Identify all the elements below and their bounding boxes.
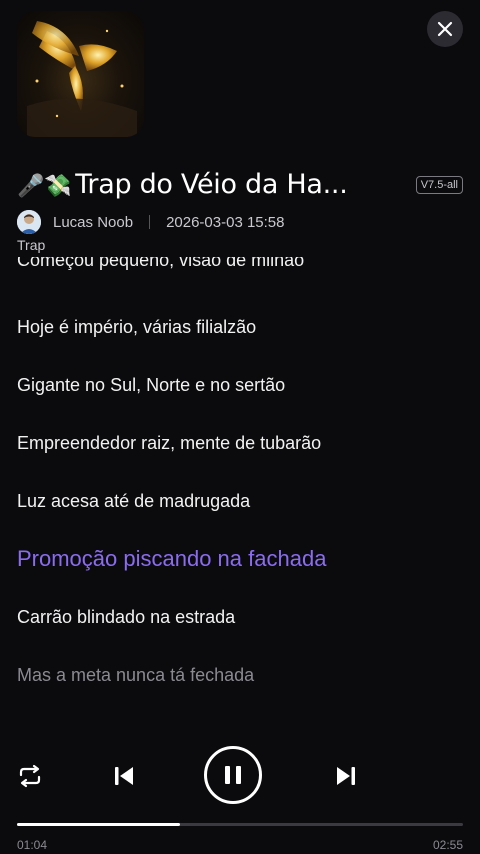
close-icon	[437, 21, 453, 37]
title-emoji: 🎤💸	[17, 174, 72, 199]
next-button[interactable]	[330, 758, 362, 794]
repeat-icon	[19, 764, 41, 788]
total-duration: 02:55	[432, 838, 463, 852]
lyric-line[interactable]: Gigante no Sul, Norte e no sertão	[17, 375, 285, 396]
lyric-line[interactable]: Mas a meta nunca tá fechada	[17, 665, 254, 686]
created-date: 2026-03-03 15:58	[166, 213, 285, 231]
repeat-button[interactable]	[14, 760, 46, 792]
lyric-line-active[interactable]: Promoção piscando na fachada	[17, 546, 326, 572]
album-cover	[17, 11, 144, 137]
genre-tag: Trap	[17, 237, 46, 253]
lyric-line[interactable]: Luz acesa até de madrugada	[17, 491, 250, 512]
meta-row: Lucas Noob 2026-03-03 15:58	[17, 208, 285, 236]
progress-bar[interactable]	[17, 823, 463, 826]
lyrics-panel[interactable]: Começou pequeno, visão de milhão Hoje é …	[0, 257, 480, 697]
author-name[interactable]: Lucas Noob	[53, 214, 133, 231]
song-title-text: Trap do Véio da Ha...	[75, 169, 348, 200]
avatar[interactable]	[17, 210, 41, 234]
pause-button[interactable]	[204, 746, 262, 804]
lyric-line[interactable]: Empreendedor raiz, mente de tubarão	[17, 433, 321, 454]
version-badge: V7.5-all	[415, 176, 463, 194]
skip-previous-icon	[115, 767, 133, 785]
lyric-line[interactable]: Começou pequeno, visão de milhão	[17, 257, 304, 271]
progress-fill	[17, 823, 180, 826]
meta-divider	[149, 215, 151, 229]
pause-icon	[225, 766, 241, 784]
lyric-line[interactable]: Carrão blindado na estrada	[17, 607, 235, 628]
previous-button[interactable]	[108, 758, 140, 794]
golden-winged-figure-art	[27, 21, 137, 137]
skip-next-icon	[337, 767, 355, 785]
avatar-icon	[17, 210, 41, 234]
title-row: 🎤💸 Trap do Véio da Ha... V7.5-all	[17, 166, 463, 206]
close-button[interactable]	[427, 11, 463, 47]
song-title: 🎤💸 Trap do Véio da Ha...	[17, 166, 402, 206]
playback-controls	[0, 744, 480, 808]
lyric-line[interactable]: Hoje é império, várias filialzão	[17, 317, 256, 338]
current-time: 01:04	[17, 838, 48, 852]
